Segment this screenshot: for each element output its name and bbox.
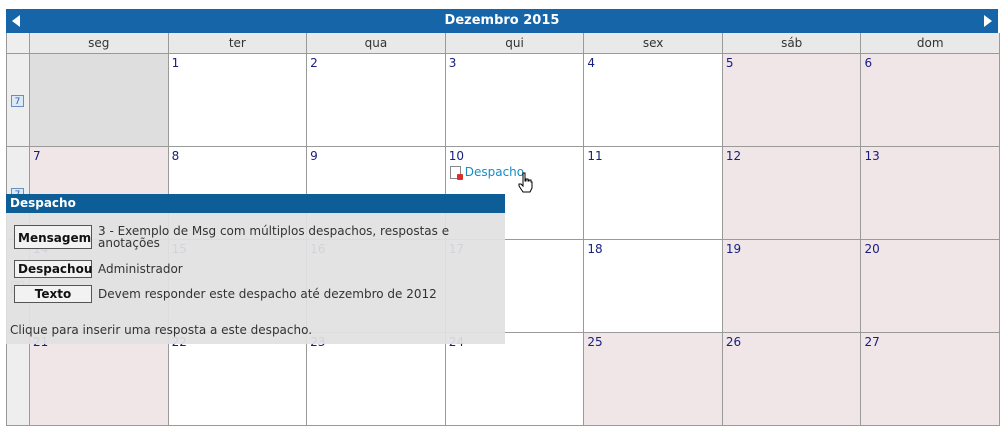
day-cell-weekend[interactable]: 6 [861, 54, 1001, 146]
day-cell[interactable]: 22 [168, 333, 308, 425]
arrow-right-icon[interactable] [984, 15, 992, 27]
day-number[interactable]: 20 [864, 242, 879, 256]
weekday-qui: qui [446, 33, 585, 53]
tooltip-title: Despacho [6, 194, 505, 213]
weekday-dom: dom [861, 33, 1001, 53]
day-cell-weekend[interactable]: 13 [861, 147, 1001, 239]
calendar-week-icon[interactable]: 7 [11, 95, 24, 107]
day-number[interactable]: 6 [864, 56, 872, 70]
tooltip-value: Devem responder este despacho até dezemb… [98, 287, 437, 301]
tooltip-row-mensagem: Mensagem 3 - Exemplo de Msg com múltiplo… [14, 225, 478, 249]
day-number[interactable]: 13 [864, 149, 879, 163]
day-cell[interactable]: 23 [307, 333, 446, 425]
day-cell[interactable]: 24 [445, 333, 585, 425]
day-cell[interactable]: 1 [168, 54, 308, 146]
tooltip-row-texto: Texto Devem responder este despacho até … [14, 285, 478, 303]
day-cell[interactable]: 2 [307, 54, 446, 146]
day-cell-weekend[interactable]: 5 [722, 54, 862, 146]
week-row: 21 22 23 24 25 26 27 [7, 333, 1001, 426]
day-number[interactable]: 11 [587, 149, 602, 163]
day-number[interactable]: 9 [310, 149, 318, 163]
event-label[interactable]: Despacho [465, 165, 524, 179]
week-row: 7 1 2 3 4 5 6 [7, 54, 1001, 147]
tooltip-label: Mensagem [14, 225, 92, 249]
day-cell-weekend[interactable]: 19 [722, 240, 862, 332]
day-number[interactable]: 2 [310, 56, 318, 70]
day-number[interactable]: 25 [587, 335, 602, 349]
document-icon [449, 165, 463, 180]
day-cell-weekend[interactable]: 21 [30, 333, 169, 425]
weekday-seg: seg [30, 33, 169, 53]
tooltip-reply-link[interactable]: Clique para inserir uma resposta a este … [10, 323, 312, 337]
week-selector[interactable]: 7 [7, 54, 30, 146]
calendar-header: Dezembro 2015 [6, 9, 998, 33]
day-cell[interactable]: 4 [584, 54, 723, 146]
day-cell-weekend[interactable]: 12 [722, 147, 862, 239]
day-number[interactable]: 5 [726, 56, 734, 70]
tooltip-label: Despachou [14, 260, 92, 278]
day-cell[interactable]: 11 [584, 147, 723, 239]
day-number[interactable]: 1 [172, 56, 180, 70]
day-number[interactable]: 7 [33, 149, 41, 163]
day-cell-weekend[interactable]: 20 [861, 240, 1001, 332]
weekday-sex: sex [584, 33, 723, 53]
day-number[interactable]: 4 [587, 56, 595, 70]
day-number[interactable]: 19 [726, 242, 741, 256]
weekday-ter: ter [169, 33, 308, 53]
hand-cursor-icon [518, 172, 533, 193]
day-number[interactable]: 3 [449, 56, 457, 70]
day-number[interactable]: 18 [587, 242, 602, 256]
day-number[interactable]: 12 [726, 149, 741, 163]
weekday-header-row: seg ter qua qui sex sáb dom [7, 33, 1001, 54]
tooltip-row-despachou: Despachou Administrador [14, 260, 478, 278]
day-number[interactable]: 27 [864, 335, 879, 349]
week-column-header [7, 33, 30, 53]
week-selector[interactable] [7, 333, 30, 425]
day-number[interactable]: 26 [726, 335, 741, 349]
day-cell-empty [30, 54, 169, 146]
day-cell-weekend[interactable]: 27 [861, 333, 1001, 425]
day-cell-weekend[interactable]: 25 [584, 333, 723, 425]
tooltip-value: 3 - Exemplo de Msg com múltiplos despach… [98, 224, 450, 250]
day-number[interactable]: 8 [172, 149, 180, 163]
tooltip-value: Administrador [98, 262, 183, 276]
weekday-sab: sáb [723, 33, 862, 53]
weekday-qua: qua [307, 33, 446, 53]
tooltip-label: Texto [14, 285, 92, 303]
event-tooltip: Despacho Mensagem 3 - Exemplo de Msg com… [6, 194, 505, 344]
event-despacho[interactable]: Despacho [449, 165, 524, 180]
month-title: Dezembro 2015 [444, 13, 560, 28]
day-number[interactable]: 10 [449, 149, 464, 163]
day-cell-weekend[interactable]: 26 [722, 333, 862, 425]
day-cell[interactable]: 3 [445, 54, 585, 146]
day-cell[interactable]: 18 [584, 240, 723, 332]
